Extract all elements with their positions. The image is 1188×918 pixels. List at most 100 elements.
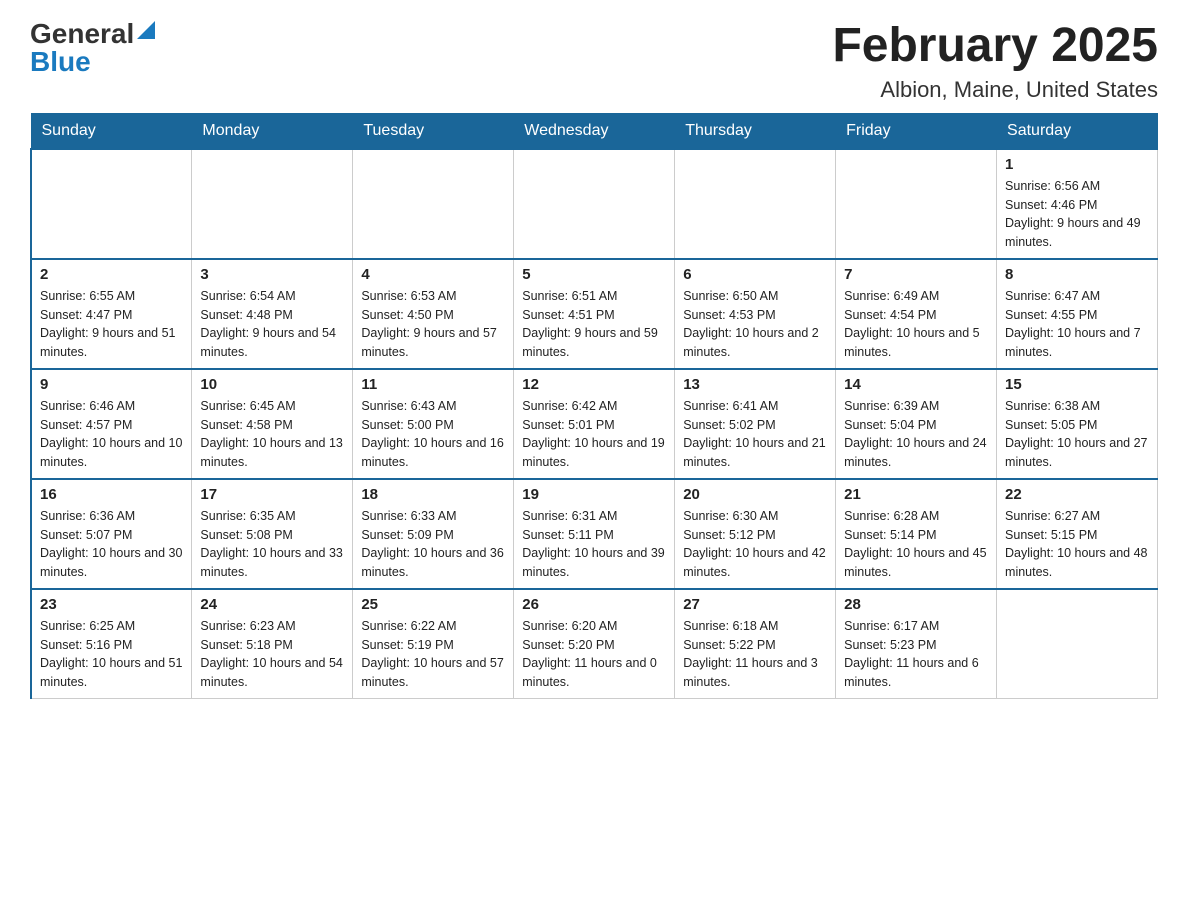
day-info: Sunrise: 6:27 AMSunset: 5:15 PMDaylight:… [1005,507,1149,582]
day-info: Sunrise: 6:36 AMSunset: 5:07 PMDaylight:… [40,507,183,582]
calendar-header: SundayMondayTuesdayWednesdayThursdayFrid… [31,113,1158,149]
day-number: 25 [361,596,505,613]
day-info: Sunrise: 6:43 AMSunset: 5:00 PMDaylight:… [361,397,505,472]
day-info: Sunrise: 6:30 AMSunset: 5:12 PMDaylight:… [683,507,827,582]
logo-blue: Blue [30,48,91,76]
logo-general: General [30,20,134,48]
calendar-week-3: 9 Sunrise: 6:46 AMSunset: 4:57 PMDaylight… [31,369,1158,479]
calendar-cell: 13 Sunrise: 6:41 AMSunset: 5:02 PMDayligh… [675,369,836,479]
day-number: 28 [844,596,988,613]
day-number: 3 [200,266,344,283]
day-of-week-monday: Monday [192,113,353,149]
logo-triangle-icon [137,21,155,44]
day-info: Sunrise: 6:17 AMSunset: 5:23 PMDaylight:… [844,617,988,692]
calendar-cell: 23 Sunrise: 6:25 AMSunset: 5:16 PMDayligh… [31,589,192,699]
calendar-week-5: 23 Sunrise: 6:25 AMSunset: 5:16 PMDayligh… [31,589,1158,699]
calendar-cell: 6 Sunrise: 6:50 AMSunset: 4:53 PMDaylight… [675,259,836,369]
day-number: 9 [40,376,183,393]
calendar-cell [514,149,675,259]
calendar-table: SundayMondayTuesdayWednesdayThursdayFrid… [30,113,1158,699]
calendar-week-1: 1Sunrise: 6:56 AMSunset: 4:46 PMDaylight… [31,149,1158,259]
calendar-cell: 17Sunrise: 6:35 AMSunset: 5:08 PMDayligh… [192,479,353,589]
calendar-cell: 15Sunrise: 6:38 AMSunset: 5:05 PMDayligh… [997,369,1158,479]
day-of-week-wednesday: Wednesday [514,113,675,149]
day-number: 22 [1005,486,1149,503]
calendar-cell: 24 Sunrise: 6:23 AMSunset: 5:18 PMDayligh… [192,589,353,699]
logo: General Blue [30,20,155,76]
calendar-cell: 8Sunrise: 6:47 AMSunset: 4:55 PMDaylight… [997,259,1158,369]
title-area: February 2025 Albion, Maine, United Stat… [832,20,1158,103]
calendar-cell: 27 Sunrise: 6:18 AMSunset: 5:22 PMDayligh… [675,589,836,699]
calendar-cell: 26Sunrise: 6:20 AMSunset: 5:20 PMDayligh… [514,589,675,699]
day-number: 4 [361,266,505,283]
day-number: 6 [683,266,827,283]
day-number: 23 [40,596,183,613]
day-number: 20 [683,486,827,503]
day-info: Sunrise: 6:31 AMSunset: 5:11 PMDaylight:… [522,507,666,582]
calendar-cell [353,149,514,259]
calendar-cell: 7 Sunrise: 6:49 AMSunset: 4:54 PMDaylight… [836,259,997,369]
page-header: General Blue February 2025 Albion, Maine… [30,20,1158,103]
day-of-week-thursday: Thursday [675,113,836,149]
day-info: Sunrise: 6:35 AMSunset: 5:08 PMDaylight:… [200,507,344,582]
calendar-cell: 22 Sunrise: 6:27 AMSunset: 5:15 PMDayligh… [997,479,1158,589]
day-info: Sunrise: 6:39 AMSunset: 5:04 PMDaylight:… [844,397,988,472]
calendar-cell: 5Sunrise: 6:51 AMSunset: 4:51 PMDaylight… [514,259,675,369]
day-number: 24 [200,596,344,613]
day-info: Sunrise: 6:50 AMSunset: 4:53 PMDaylight:… [683,287,827,362]
day-info: Sunrise: 6:54 AMSunset: 4:48 PMDaylight:… [200,287,344,362]
calendar-cell: 12 Sunrise: 6:42 AMSunset: 5:01 PMDayligh… [514,369,675,479]
day-number: 27 [683,596,827,613]
calendar-week-2: 2 Sunrise: 6:55 AMSunset: 4:47 PMDaylight… [31,259,1158,369]
month-title: February 2025 [832,20,1158,73]
day-number: 19 [522,486,666,503]
day-info: Sunrise: 6:49 AMSunset: 4:54 PMDaylight:… [844,287,988,362]
day-number: 8 [1005,266,1149,283]
day-info: Sunrise: 6:53 AMSunset: 4:50 PMDaylight:… [361,287,505,362]
calendar-cell: 9 Sunrise: 6:46 AMSunset: 4:57 PMDaylight… [31,369,192,479]
day-of-week-friday: Friday [836,113,997,149]
calendar-cell [836,149,997,259]
calendar-cell [192,149,353,259]
day-of-week-sunday: Sunday [31,113,192,149]
calendar-cell: 18 Sunrise: 6:33 AMSunset: 5:09 PMDayligh… [353,479,514,589]
calendar-cell: 1Sunrise: 6:56 AMSunset: 4:46 PMDaylight… [997,149,1158,259]
calendar-cell: 3 Sunrise: 6:54 AMSunset: 4:48 PMDaylight… [192,259,353,369]
day-number: 13 [683,376,827,393]
day-info: Sunrise: 6:18 AMSunset: 5:22 PMDaylight:… [683,617,827,692]
day-info: Sunrise: 6:55 AMSunset: 4:47 PMDaylight:… [40,287,183,362]
day-info: Sunrise: 6:42 AMSunset: 5:01 PMDaylight:… [522,397,666,472]
day-info: Sunrise: 6:46 AMSunset: 4:57 PMDaylight:… [40,397,183,472]
day-number: 11 [361,376,505,393]
location-title: Albion, Maine, United States [832,77,1158,103]
calendar-cell: 28 Sunrise: 6:17 AMSunset: 5:23 PMDayligh… [836,589,997,699]
day-info: Sunrise: 6:56 AMSunset: 4:46 PMDaylight:… [1005,177,1149,252]
day-info: Sunrise: 6:22 AMSunset: 5:19 PMDaylight:… [361,617,505,692]
day-number: 12 [522,376,666,393]
day-info: Sunrise: 6:20 AMSunset: 5:20 PMDaylight:… [522,617,666,692]
day-number: 21 [844,486,988,503]
day-number: 10 [200,376,344,393]
day-info: Sunrise: 6:41 AMSunset: 5:02 PMDaylight:… [683,397,827,472]
day-number: 16 [40,486,183,503]
day-number: 7 [844,266,988,283]
day-info: Sunrise: 6:45 AMSunset: 4:58 PMDaylight:… [200,397,344,472]
calendar-cell [675,149,836,259]
calendar-cell: 10 Sunrise: 6:45 AMSunset: 4:58 PMDayligh… [192,369,353,479]
calendar-cell [997,589,1158,699]
day-number: 18 [361,486,505,503]
calendar-cell: 25 Sunrise: 6:22 AMSunset: 5:19 PMDayligh… [353,589,514,699]
calendar-cell [31,149,192,259]
calendar-cell: 21 Sunrise: 6:28 AMSunset: 5:14 PMDayligh… [836,479,997,589]
calendar-cell: 20 Sunrise: 6:30 AMSunset: 5:12 PMDayligh… [675,479,836,589]
day-of-week-tuesday: Tuesday [353,113,514,149]
day-number: 15 [1005,376,1149,393]
days-of-week-row: SundayMondayTuesdayWednesdayThursdayFrid… [31,113,1158,149]
day-info: Sunrise: 6:28 AMSunset: 5:14 PMDaylight:… [844,507,988,582]
day-number: 2 [40,266,183,283]
day-info: Sunrise: 6:23 AMSunset: 5:18 PMDaylight:… [200,617,344,692]
day-info: Sunrise: 6:25 AMSunset: 5:16 PMDaylight:… [40,617,183,692]
calendar-week-4: 16 Sunrise: 6:36 AMSunset: 5:07 PMDayligh… [31,479,1158,589]
calendar-body: 1Sunrise: 6:56 AMSunset: 4:46 PMDaylight… [31,149,1158,699]
day-info: Sunrise: 6:33 AMSunset: 5:09 PMDaylight:… [361,507,505,582]
